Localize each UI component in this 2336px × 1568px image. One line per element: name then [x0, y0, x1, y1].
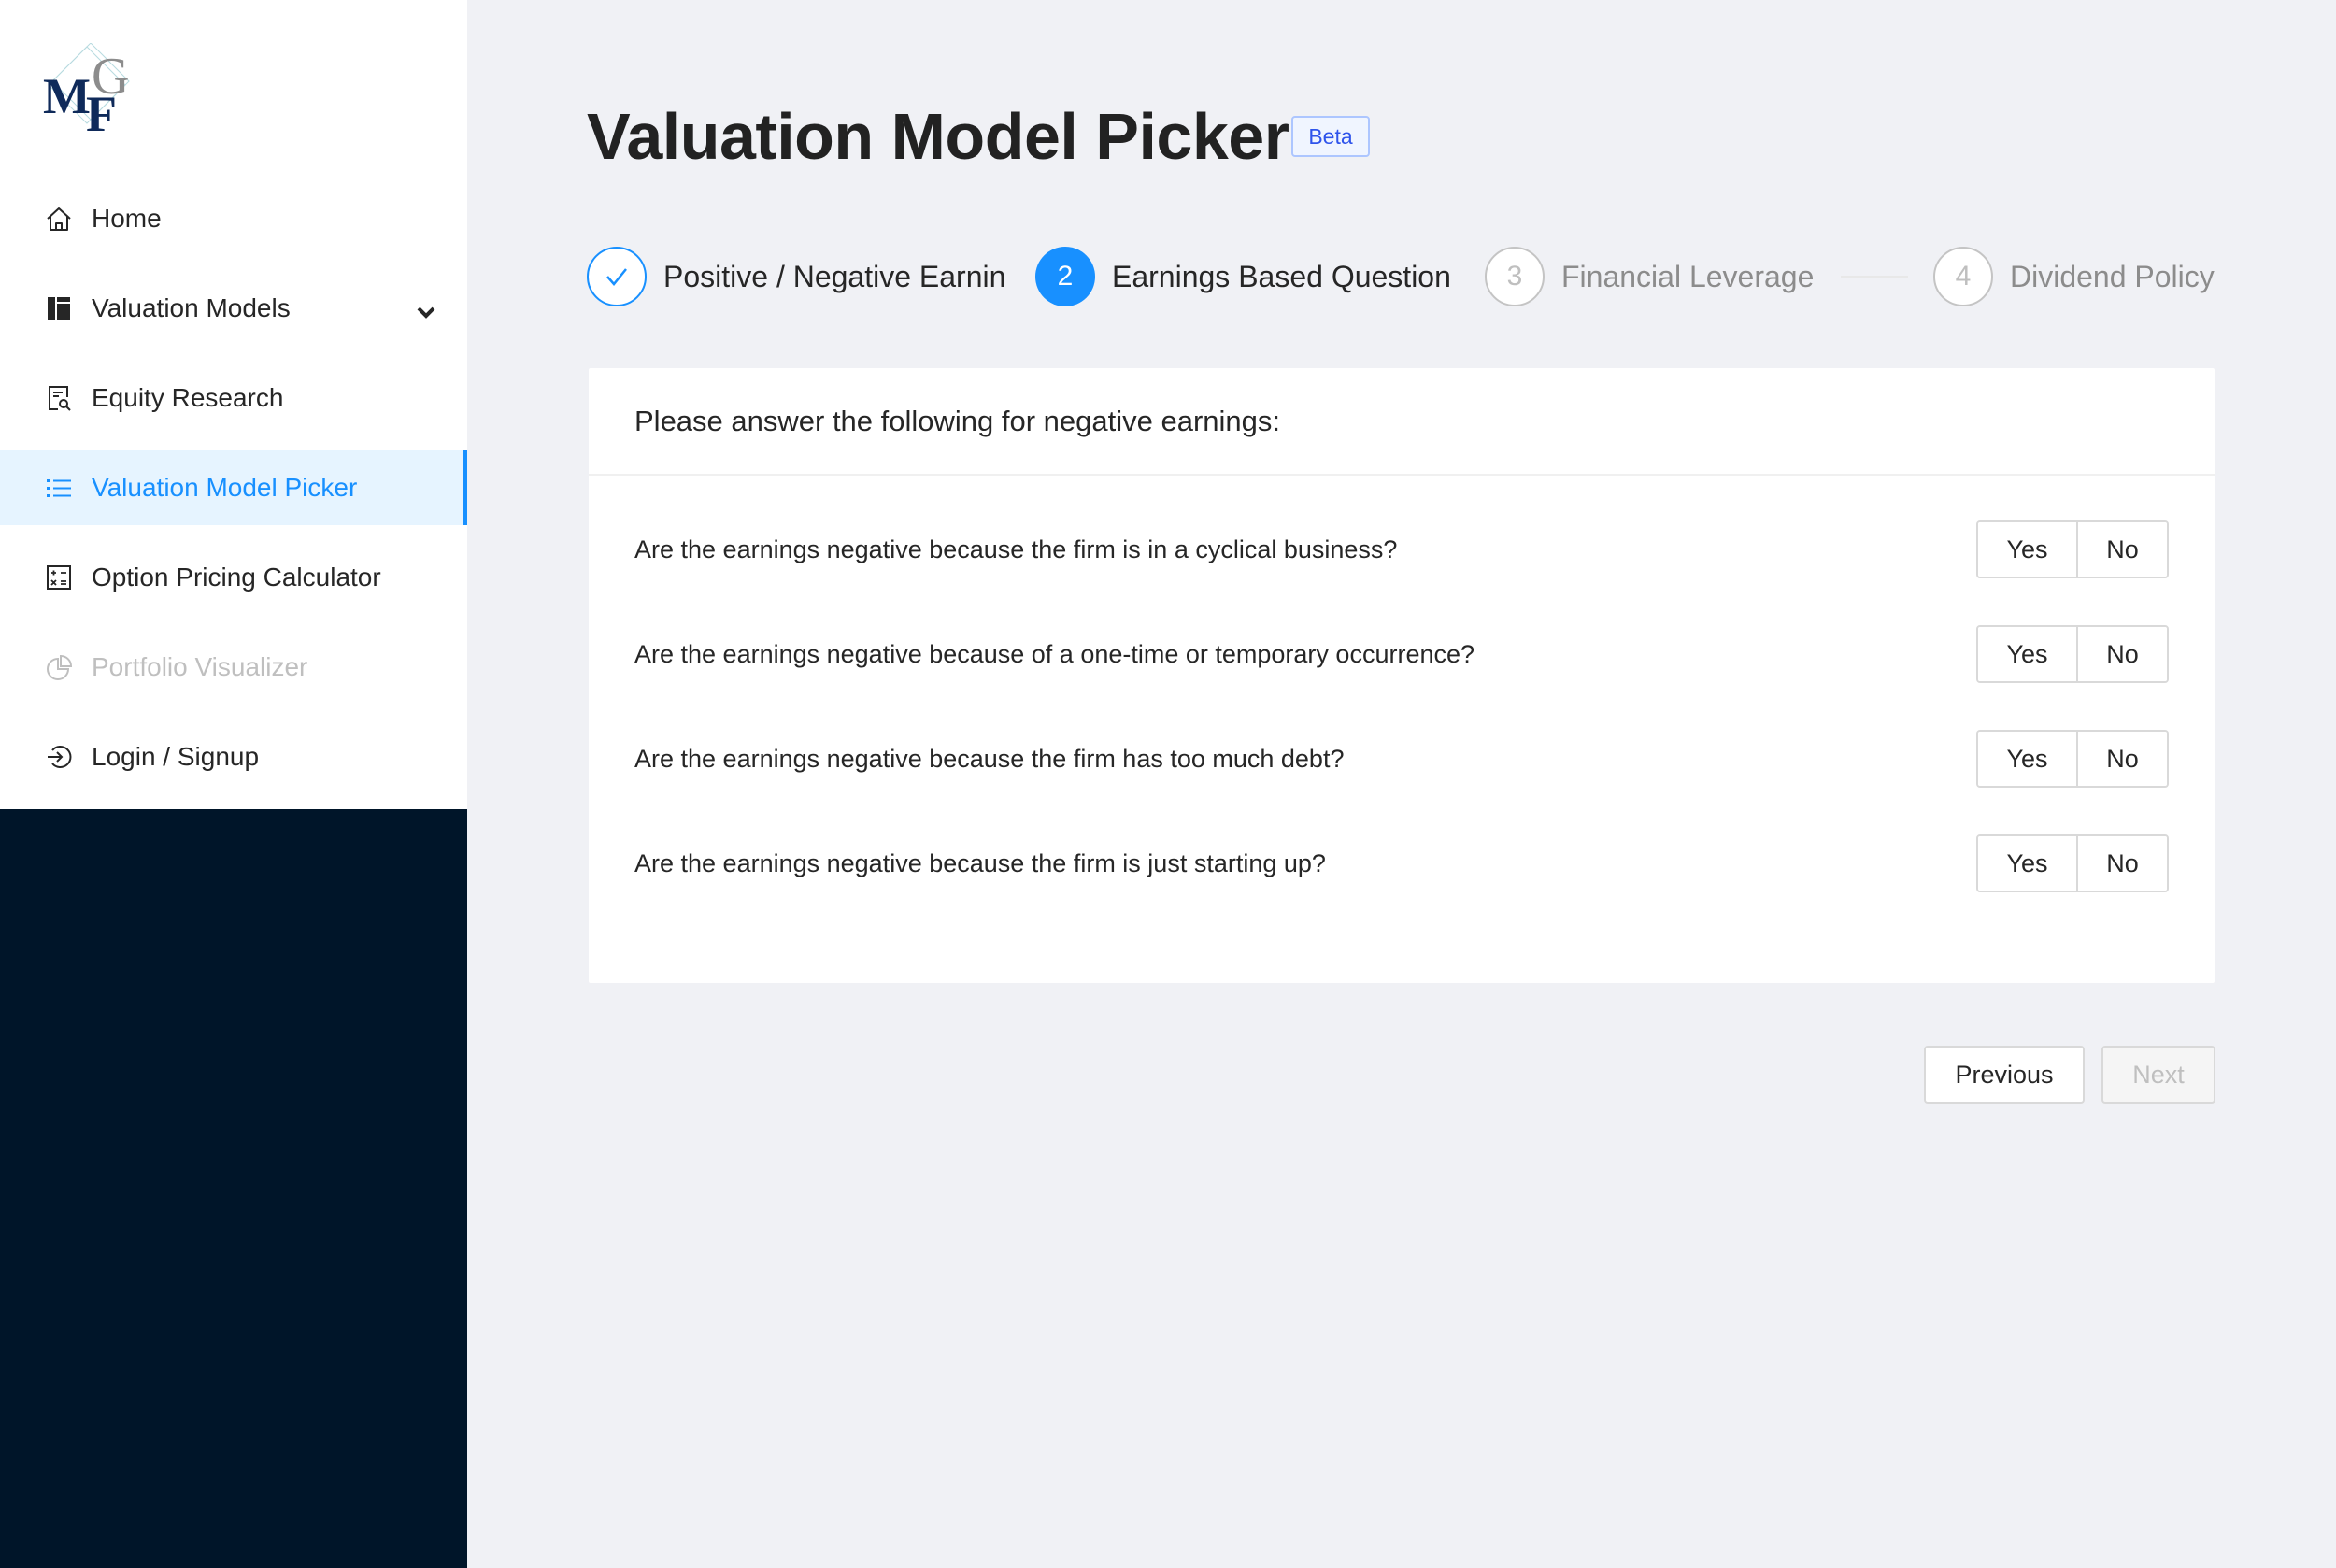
step-label: Financial Leverage: [1561, 259, 1815, 293]
question-row: Are the earnings negative because the fi…: [589, 520, 2215, 578]
mfg-logo[interactable]: M G F: [37, 42, 150, 142]
question-row: Are the earnings negative because the fi…: [589, 834, 2215, 892]
sidebar: M G F Home Valuation Models Equity Resea…: [0, 0, 467, 1568]
list-icon: [45, 474, 73, 502]
question-text: Are the earnings negative because the fi…: [634, 848, 1326, 877]
no-button[interactable]: No: [2078, 627, 2167, 681]
sidebar-item-login-signup[interactable]: Login / Signup: [0, 720, 467, 794]
sidebar-item-label: Login / Signup: [92, 742, 260, 771]
sidebar-item-portfolio-visualizer: Portfolio Visualizer: [0, 630, 467, 705]
login-icon: [45, 743, 73, 771]
step-number: 2: [1035, 247, 1095, 306]
pie-chart-icon: [45, 653, 73, 681]
questions-card: Please answer the following for negative…: [589, 368, 2215, 983]
file-search-icon: [45, 384, 73, 412]
sidebar-item-label: Portfolio Visualizer: [92, 652, 308, 681]
svg-text:M: M: [43, 68, 91, 124]
no-button[interactable]: No: [2078, 732, 2167, 786]
yes-button[interactable]: Yes: [1978, 732, 2078, 786]
page-title: Valuation Model Picker: [587, 100, 1289, 173]
svg-text:F: F: [86, 86, 117, 136]
sidebar-menu-panel: M G F Home Valuation Models Equity Resea…: [0, 0, 467, 809]
steps-progress: Positive / Negative Earnin 2 Earnings Ba…: [0, 247, 2336, 306]
step-label: Earnings Based Question: [1112, 259, 1451, 293]
sidebar-item-home[interactable]: Home: [0, 181, 467, 256]
next-button[interactable]: Next: [2101, 1046, 2215, 1104]
card-title: Please answer the following for negative…: [589, 368, 2215, 476]
question-text: Are the earnings negative because of a o…: [634, 639, 1475, 668]
sidebar-item-valuation-model-picker[interactable]: Valuation Model Picker: [0, 450, 467, 525]
sidebar-item-option-pricing-calculator[interactable]: Option Pricing Calculator: [0, 540, 467, 615]
step-1[interactable]: Positive / Negative Earnin: [587, 247, 1005, 306]
previous-button[interactable]: Previous: [1924, 1046, 2085, 1104]
beta-badge: Beta: [1291, 116, 1370, 157]
step-label: Positive / Negative Earnin: [663, 259, 1006, 293]
yes-button[interactable]: Yes: [1978, 627, 2078, 681]
no-button[interactable]: No: [2078, 522, 2167, 577]
step-3[interactable]: 3 Financial Leverage: [1485, 247, 1814, 306]
question-row: Are the earnings negative because of a o…: [589, 625, 2215, 683]
step-2[interactable]: 2 Earnings Based Question: [1035, 247, 1451, 306]
step-connector: [1841, 276, 1908, 278]
sidebar-item-label: Equity Research: [92, 383, 284, 412]
yes-button[interactable]: Yes: [1978, 522, 2078, 577]
yes-button[interactable]: Yes: [1978, 836, 2078, 891]
question-row: Are the earnings negative because the fi…: [589, 730, 2215, 788]
sidebar-item-label: Home: [92, 204, 162, 233]
sidebar-item-label: Valuation Model Picker: [92, 473, 358, 502]
step-label: Dividend Policy: [2010, 259, 2215, 293]
yes-no-toggle: Yes No: [1976, 730, 2169, 788]
step-4[interactable]: 4 Dividend Policy: [1933, 247, 2215, 306]
checkmark-icon: [587, 247, 647, 306]
sidebar-item-equity-research[interactable]: Equity Research: [0, 361, 467, 435]
calculator-icon: [45, 563, 73, 592]
yes-no-toggle: Yes No: [1976, 834, 2169, 892]
step-number: 3: [1485, 247, 1545, 306]
question-text: Are the earnings negative because the fi…: [634, 744, 1345, 773]
sidebar-item-label: Option Pricing Calculator: [92, 563, 381, 592]
no-button[interactable]: No: [2078, 836, 2167, 891]
yes-no-toggle: Yes No: [1976, 625, 2169, 683]
yes-no-toggle: Yes No: [1976, 520, 2169, 578]
step-number: 4: [1933, 247, 1993, 306]
question-text: Are the earnings negative because the fi…: [634, 535, 1398, 563]
home-icon: [45, 205, 73, 233]
